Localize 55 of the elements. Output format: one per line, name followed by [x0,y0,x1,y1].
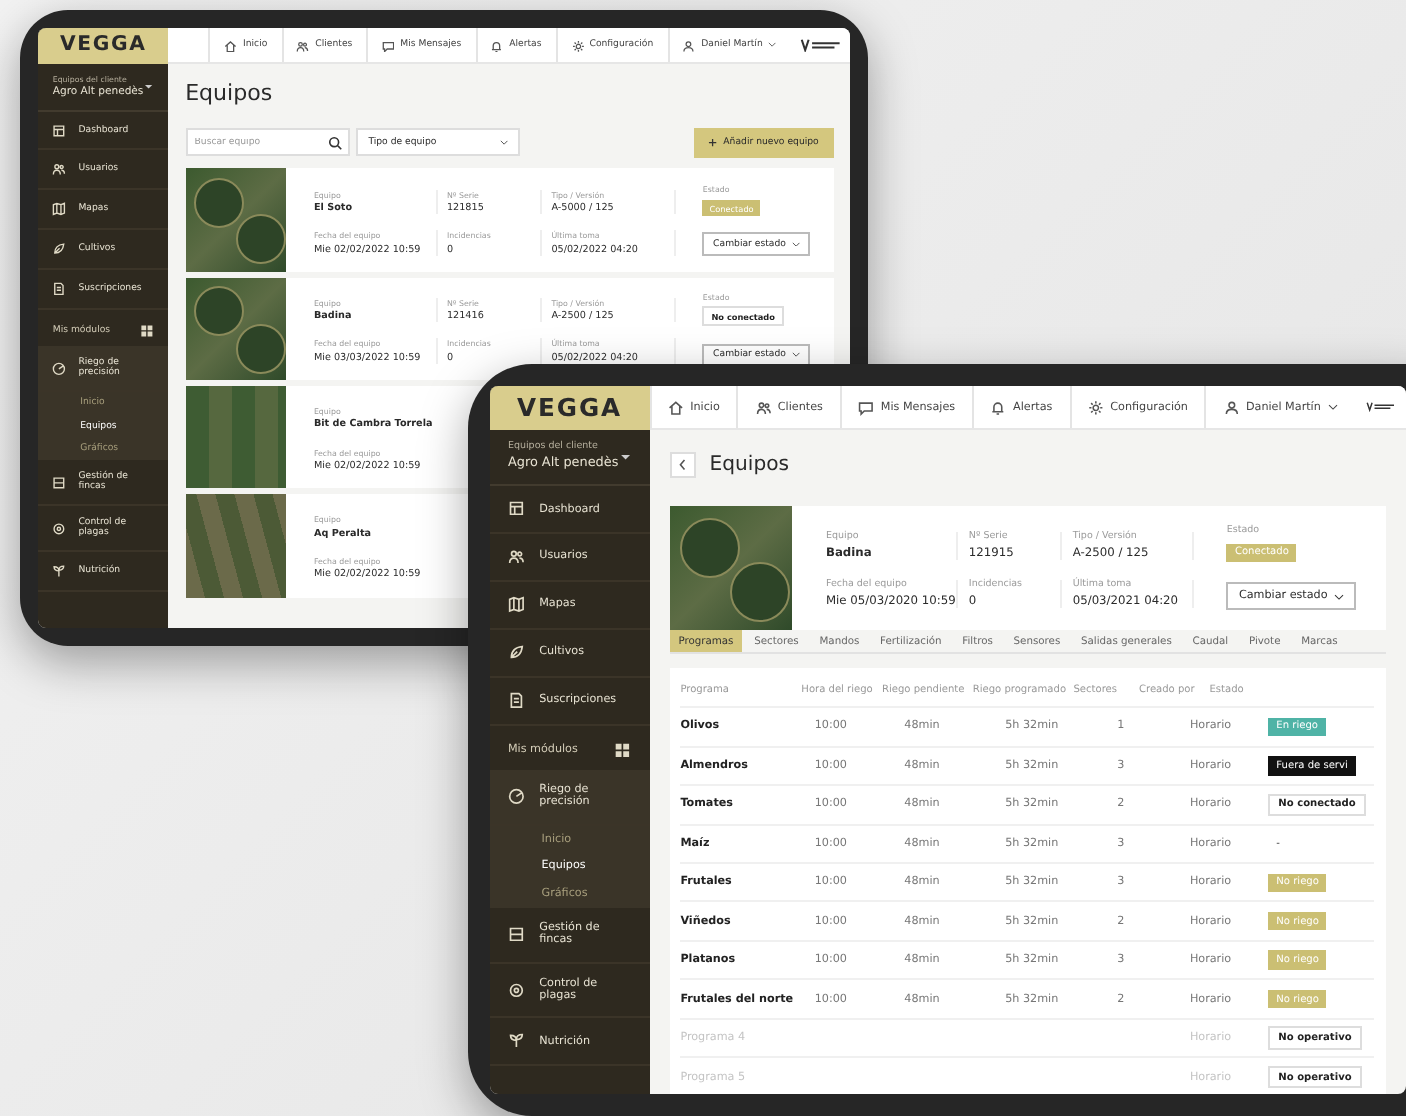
brand-logo-icon [799,38,841,53]
map-icon [52,202,67,217]
aerial-photo-placeholder [669,506,793,630]
caret-icon [499,140,508,146]
target-icon [507,981,525,999]
page-title: Equipos [185,80,273,107]
message-icon [381,39,395,52]
panel-icon [52,475,67,490]
leaf-icon [52,242,67,256]
caret-icon [1334,593,1345,600]
search-icon [328,135,344,150]
gauge-icon [507,788,525,806]
users-icon [296,39,310,52]
home-icon [667,399,684,416]
document-icon [507,692,525,709]
page-title: Equipos [709,454,790,477]
gauge-icon [52,361,67,376]
panel-icon [507,926,525,943]
users-icon [507,548,525,566]
chevron-left-icon [678,458,688,472]
brand-logo-icon [1365,398,1395,416]
caret-icon [768,42,777,48]
aerial-photo-placeholder [185,494,287,598]
caret-icon [619,453,632,461]
aerial-photo-placeholder [185,277,287,381]
bell-icon [490,39,504,52]
dashboard-icon [507,500,525,518]
message-icon [858,399,875,416]
plus-icon [708,138,718,148]
aerial-photo-placeholder [185,168,287,272]
apps-icon [140,323,154,338]
settings-icon [1087,399,1104,416]
document-icon [52,281,67,296]
apps-icon [614,742,632,759]
sprout-icon [507,1032,525,1050]
home-icon [224,39,238,52]
caret-icon [791,241,800,247]
users-icon [52,162,67,177]
caret-icon [791,352,800,358]
target-icon [52,521,67,536]
leaf-icon [507,644,525,662]
bell-icon [990,399,1007,416]
logo-text: VEGGA [38,28,169,64]
sprout-icon [52,564,67,579]
caret-icon [1327,404,1338,411]
user-icon [682,39,696,52]
user-icon [1223,399,1240,416]
back-button[interactable] [669,451,697,479]
settings-icon [571,39,584,52]
aerial-photo-placeholder [185,385,287,489]
dashboard-icon [52,123,67,137]
caret-icon [144,83,154,90]
logo-text: VEGGA [490,386,650,430]
map-icon [507,596,525,614]
users-icon [755,399,772,416]
